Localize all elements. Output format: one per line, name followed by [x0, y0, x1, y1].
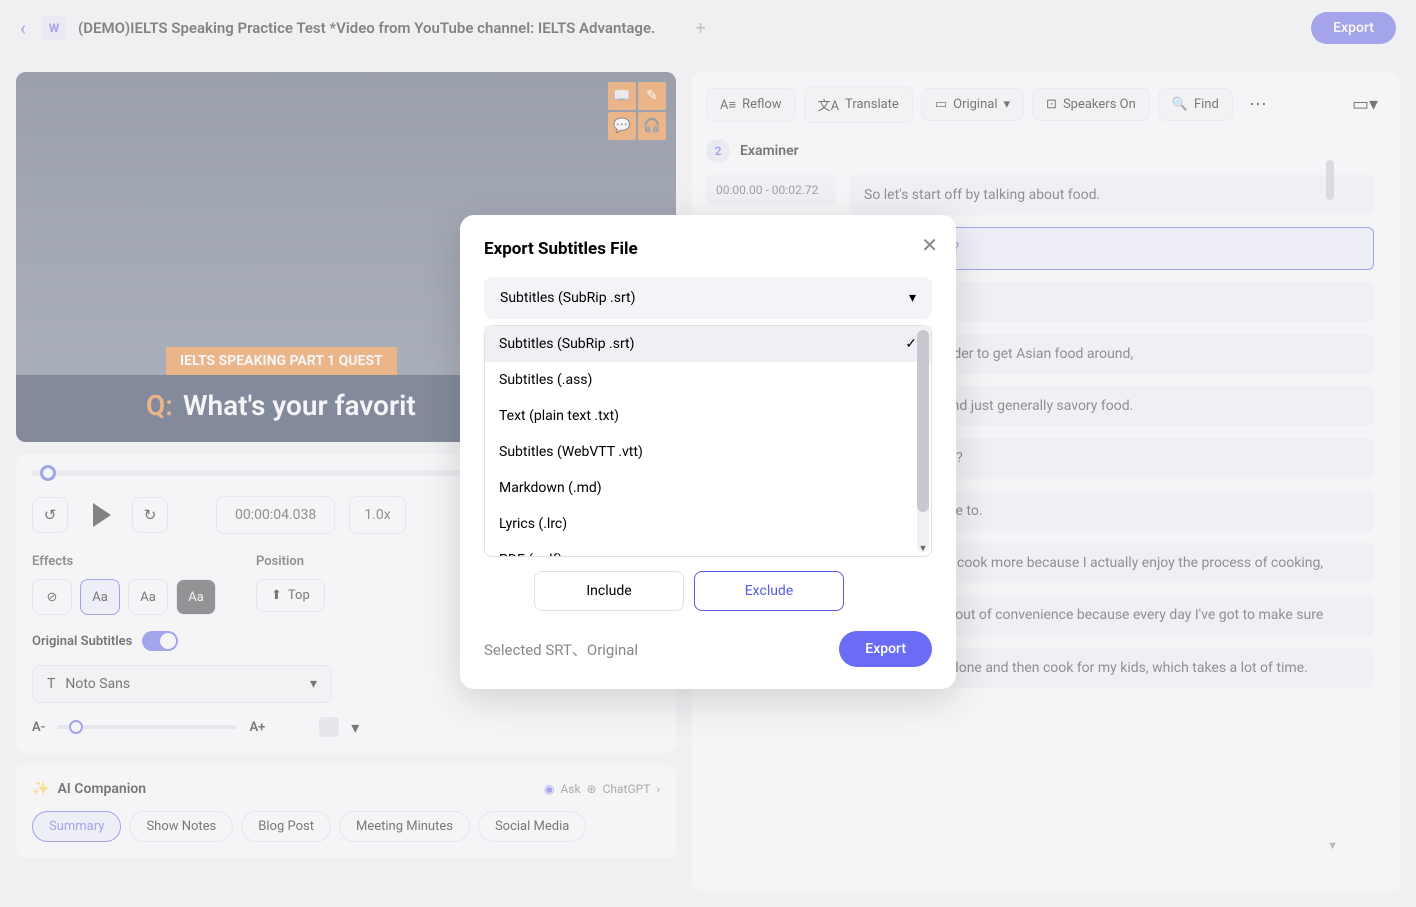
- format-option[interactable]: Text (plain text .txt): [485, 398, 931, 434]
- modal-title: Export Subtitles File: [484, 239, 932, 259]
- include-button[interactable]: Include: [534, 571, 684, 611]
- format-option[interactable]: Subtitles (.ass): [485, 362, 931, 398]
- dropdown-scrollbar[interactable]: [917, 330, 929, 552]
- check-icon: ✓: [905, 336, 917, 352]
- format-option[interactable]: PDF (.pdf): [485, 542, 931, 556]
- export-modal: ✕ Export Subtitles File Subtitles (SubRi…: [460, 215, 956, 689]
- format-select[interactable]: Subtitles (SubRip .srt) ▾: [484, 277, 932, 319]
- scroll-arrow-down-icon[interactable]: ▼: [917, 543, 929, 554]
- format-option[interactable]: Lyrics (.lrc): [485, 506, 931, 542]
- format-option[interactable]: Subtitles (WebVTT .vtt): [485, 434, 931, 470]
- format-option[interactable]: Markdown (.md): [485, 470, 931, 506]
- modal-overlay: ✕ Export Subtitles File Subtitles (SubRi…: [0, 0, 1416, 907]
- close-icon[interactable]: ✕: [921, 233, 938, 257]
- format-option[interactable]: Subtitles (SubRip .srt)✓: [485, 326, 931, 362]
- selected-info: Selected SRT、Original: [484, 639, 638, 660]
- modal-export-button[interactable]: Export: [839, 631, 932, 667]
- exclude-button[interactable]: Exclude: [694, 571, 844, 611]
- format-dropdown: Subtitles (SubRip .srt)✓Subtitles (.ass)…: [484, 325, 932, 557]
- chevron-down-icon: ▾: [909, 290, 916, 306]
